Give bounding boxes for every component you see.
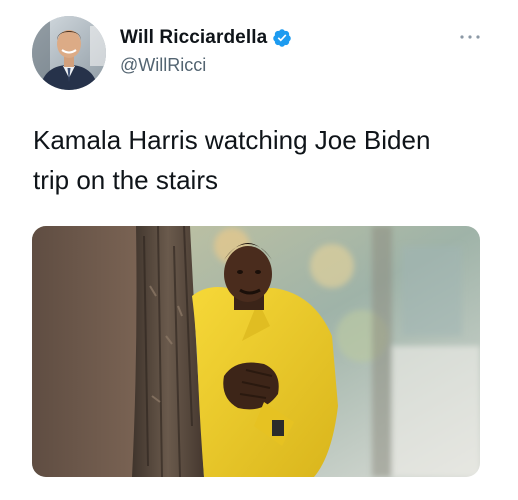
tweet-media-photo[interactable] [32,226,480,477]
author-avatar[interactable] [32,16,106,90]
verified-badge-icon [272,28,292,48]
tweet-text: Kamala Harris watching Joe Biden trip on… [33,120,483,200]
author-name-row: Will Ricciardella [120,27,292,49]
tweet-text-line: trip on the stairs [33,165,218,195]
avatar-photo [32,16,106,90]
more-horizontal-icon[interactable] [458,30,482,44]
author-display-name[interactable]: Will Ricciardella [120,27,267,49]
author-handle[interactable]: @WillRicci [120,55,206,76]
meme-photo [32,226,480,477]
tweet-text-line: Kamala Harris watching Joe Biden [33,125,431,155]
